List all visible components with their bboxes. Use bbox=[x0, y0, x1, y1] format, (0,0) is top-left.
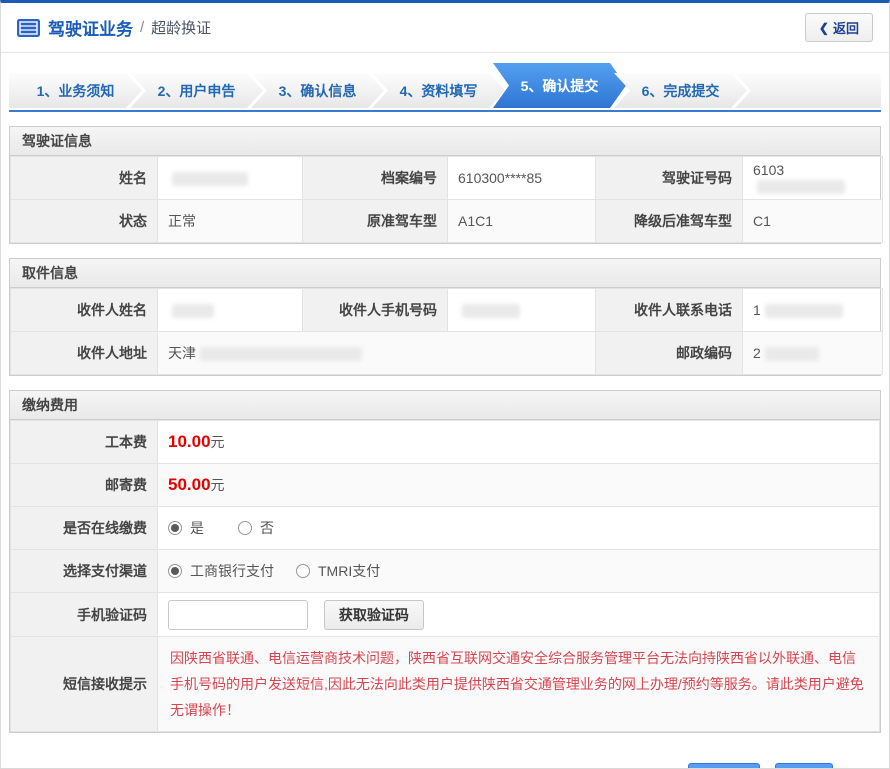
radio-option-no[interactable]: 否 bbox=[238, 518, 274, 538]
pickup-info-table: 收件人姓名 收件人手机号码 收件人联系电话 1 收件人地址 天津 邮政编码 2 bbox=[10, 288, 883, 375]
radio-label: 是 bbox=[190, 518, 204, 538]
pay-channel-options: 工商银行支付 TMRI支付 bbox=[158, 550, 880, 593]
field-label: 短信接收提示 bbox=[11, 637, 158, 732]
back-button[interactable]: ❮ 返回 bbox=[805, 13, 873, 42]
radio-option-yes[interactable]: 是 bbox=[168, 518, 204, 538]
fee-unit: 元 bbox=[211, 477, 225, 493]
field-label: 收件人手机号码 bbox=[303, 289, 448, 332]
field-value: 50.00元 bbox=[158, 464, 880, 507]
table-row: 工本费 10.00元 bbox=[11, 421, 880, 464]
table-row: 收件人地址 天津 邮政编码 2 bbox=[11, 332, 883, 375]
finish-button[interactable]: 完成 bbox=[775, 763, 833, 769]
online-pay-options: 是 否 bbox=[158, 507, 880, 550]
field-label: 工本费 bbox=[11, 421, 158, 464]
radio-option-icbc[interactable]: 工商银行支付 bbox=[168, 561, 274, 581]
page-title: 驾驶证业务 bbox=[48, 15, 133, 40]
step-bar-filler bbox=[735, 73, 881, 108]
field-label: 邮寄费 bbox=[11, 464, 158, 507]
cost-fee-amount: 10.00 bbox=[168, 432, 211, 451]
field-value: C1 bbox=[743, 200, 883, 243]
get-sms-code-button[interactable]: 获取验证码 bbox=[324, 600, 424, 630]
step-bar: 1、业务须知 2、用户申告 3、确认信息 4、资料填写 5、确认提交 6、完成提… bbox=[9, 63, 881, 112]
field-value: 正常 bbox=[158, 200, 303, 243]
page: 驾驶证业务 / 超龄换证 ❮ 返回 1、业务须知 2、用户申告 3、确认信息 4… bbox=[0, 0, 890, 769]
radio-label: TMRI支付 bbox=[318, 561, 380, 581]
license-info-table: 姓名 档案编号 610300****85 驾驶证号码 6103 状态 正常 原准… bbox=[10, 156, 883, 243]
field-label: 原准驾车型 bbox=[303, 200, 448, 243]
table-row: 状态 正常 原准驾车型 A1C1 降级后准驾车型 C1 bbox=[11, 200, 883, 243]
field-label: 姓名 bbox=[11, 157, 158, 200]
step-tab-4[interactable]: 4、资料填写 bbox=[372, 73, 505, 108]
step-tab-5-active[interactable]: 5、确认提交 bbox=[493, 63, 626, 108]
radio-unchecked-icon[interactable] bbox=[296, 564, 310, 578]
field-value bbox=[448, 289, 596, 332]
page-header: 驾驶证业务 / 超龄换证 ❮ 返回 bbox=[1, 3, 889, 53]
field-label: 手机验证码 bbox=[11, 593, 158, 637]
redacted-value bbox=[462, 304, 520, 318]
field-label: 选择支付渠道 bbox=[11, 550, 158, 593]
radio-checked-icon[interactable] bbox=[168, 564, 182, 578]
table-row: 手机验证码 获取验证码 bbox=[11, 593, 880, 637]
redacted-value bbox=[765, 304, 843, 318]
redacted-value bbox=[172, 172, 248, 186]
radio-checked-icon[interactable] bbox=[168, 521, 182, 535]
fee-unit: 元 bbox=[211, 434, 225, 450]
step-tab-1[interactable]: 1、业务须知 bbox=[9, 73, 142, 108]
back-button-label: 返回 bbox=[833, 18, 859, 37]
footer-actions: 上一步 完成 bbox=[1, 763, 833, 769]
sms-code-cell: 获取验证码 bbox=[158, 593, 880, 637]
field-label: 是否在线缴费 bbox=[11, 507, 158, 550]
section-fees: 缴纳费用 工本费 10.00元 邮寄费 50.00元 是否在线缴费 bbox=[9, 390, 881, 733]
table-row: 姓名 档案编号 610300****85 驾驶证号码 6103 bbox=[11, 157, 883, 200]
field-value bbox=[158, 289, 303, 332]
fees-table: 工本费 10.00元 邮寄费 50.00元 是否在线缴费 是 bbox=[10, 420, 880, 732]
field-label: 收件人地址 bbox=[11, 332, 158, 375]
table-row: 选择支付渠道 工商银行支付 TMRI支付 bbox=[11, 550, 880, 593]
field-label: 状态 bbox=[11, 200, 158, 243]
sms-notice-text: 因陕西省联通、电信运营商技术问题，陕西省互联网交通安全综合服务管理平台无法向持陕… bbox=[170, 645, 867, 723]
field-label: 降级后准驾车型 bbox=[596, 200, 743, 243]
section-title: 取件信息 bbox=[10, 259, 880, 288]
field-label: 邮政编码 bbox=[596, 332, 743, 375]
section-title: 缴纳费用 bbox=[10, 391, 880, 420]
field-label: 驾驶证号码 bbox=[596, 157, 743, 200]
field-label: 档案编号 bbox=[303, 157, 448, 200]
step-tab-6[interactable]: 6、完成提交 bbox=[614, 73, 747, 108]
field-value: A1C1 bbox=[448, 200, 596, 243]
sms-code-input[interactable] bbox=[168, 600, 308, 630]
chevron-left-icon: ❮ bbox=[819, 21, 829, 35]
field-value bbox=[158, 157, 303, 200]
radio-label: 否 bbox=[260, 518, 274, 538]
field-value: 天津 bbox=[158, 332, 596, 375]
section-pickup-info: 取件信息 收件人姓名 收件人手机号码 收件人联系电话 1 收件人地址 天津 邮政… bbox=[9, 258, 881, 376]
redacted-value bbox=[757, 180, 845, 194]
step-tab-3[interactable]: 3、确认信息 bbox=[251, 73, 384, 108]
section-title: 驾驶证信息 bbox=[10, 127, 880, 156]
radio-unchecked-icon[interactable] bbox=[238, 521, 252, 535]
field-value: 6103 bbox=[743, 157, 883, 200]
step-tab-2[interactable]: 2、用户申告 bbox=[130, 73, 263, 108]
field-value: 610300****85 bbox=[448, 157, 596, 200]
field-label: 收件人联系电话 bbox=[596, 289, 743, 332]
redacted-value bbox=[200, 347, 362, 361]
field-value: 10.00元 bbox=[158, 421, 880, 464]
previous-step-button[interactable]: 上一步 bbox=[688, 763, 760, 769]
sms-notice-cell: 因陕西省联通、电信运营商技术问题，陕西省互联网交通安全综合服务管理平台无法向持陕… bbox=[158, 637, 880, 732]
form-list-icon bbox=[17, 19, 40, 37]
redacted-value bbox=[172, 304, 214, 318]
redacted-value bbox=[765, 347, 819, 361]
field-value: 1 bbox=[743, 289, 883, 332]
table-row: 短信接收提示 因陕西省联通、电信运营商技术问题，陕西省互联网交通安全综合服务管理… bbox=[11, 637, 880, 732]
breadcrumb-current: 超龄换证 bbox=[151, 17, 211, 38]
table-row: 是否在线缴费 是 否 bbox=[11, 507, 880, 550]
table-row: 邮寄费 50.00元 bbox=[11, 464, 880, 507]
field-label: 收件人姓名 bbox=[11, 289, 158, 332]
table-row: 收件人姓名 收件人手机号码 收件人联系电话 1 bbox=[11, 289, 883, 332]
radio-label: 工商银行支付 bbox=[190, 561, 274, 581]
post-fee-amount: 50.00 bbox=[168, 475, 211, 494]
field-value: 2 bbox=[743, 332, 883, 375]
radio-option-tmri[interactable]: TMRI支付 bbox=[296, 561, 380, 581]
breadcrumb-separator: / bbox=[140, 19, 144, 36]
section-license-info: 驾驶证信息 姓名 档案编号 610300****85 驾驶证号码 6103 状态… bbox=[9, 126, 881, 244]
